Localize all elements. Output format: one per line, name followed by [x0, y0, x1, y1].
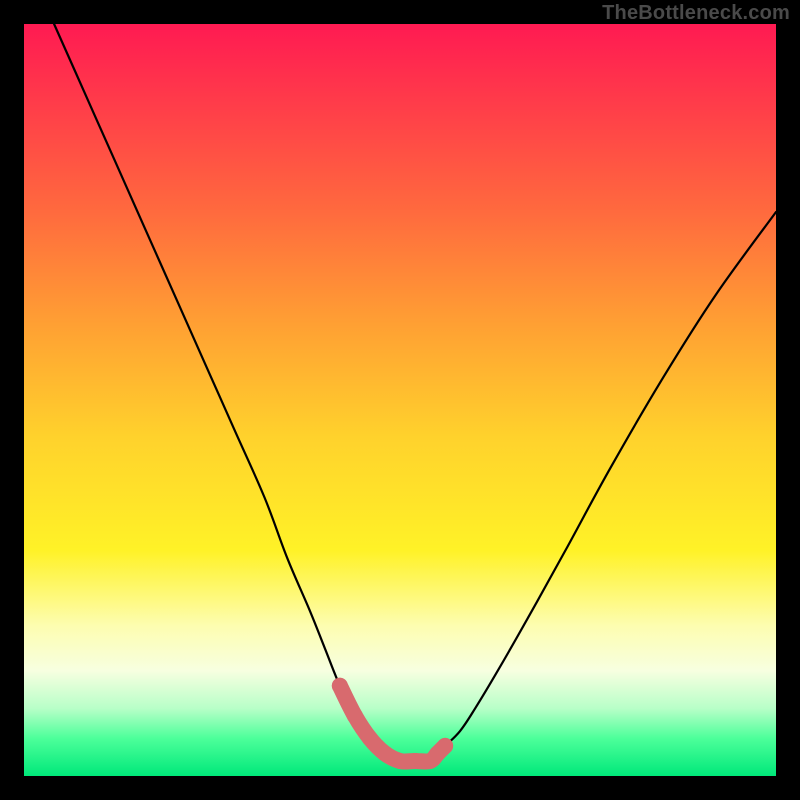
flat-region-marker: [392, 753, 408, 769]
flat-region-marker: [437, 738, 453, 754]
watermark-text: TheBottleneck.com: [602, 2, 790, 25]
chart-frame: TheBottleneck.com: [0, 0, 800, 800]
flat-region-marker: [377, 745, 393, 761]
chart-plot-area: [24, 24, 776, 776]
flat-region-marker: [347, 708, 363, 724]
flat-region-marker: [362, 730, 378, 746]
chart-svg: [24, 24, 776, 776]
flat-region-marker: [407, 753, 423, 769]
bottleneck-curve-path: [54, 24, 776, 762]
flat-region-marker: [332, 678, 348, 694]
